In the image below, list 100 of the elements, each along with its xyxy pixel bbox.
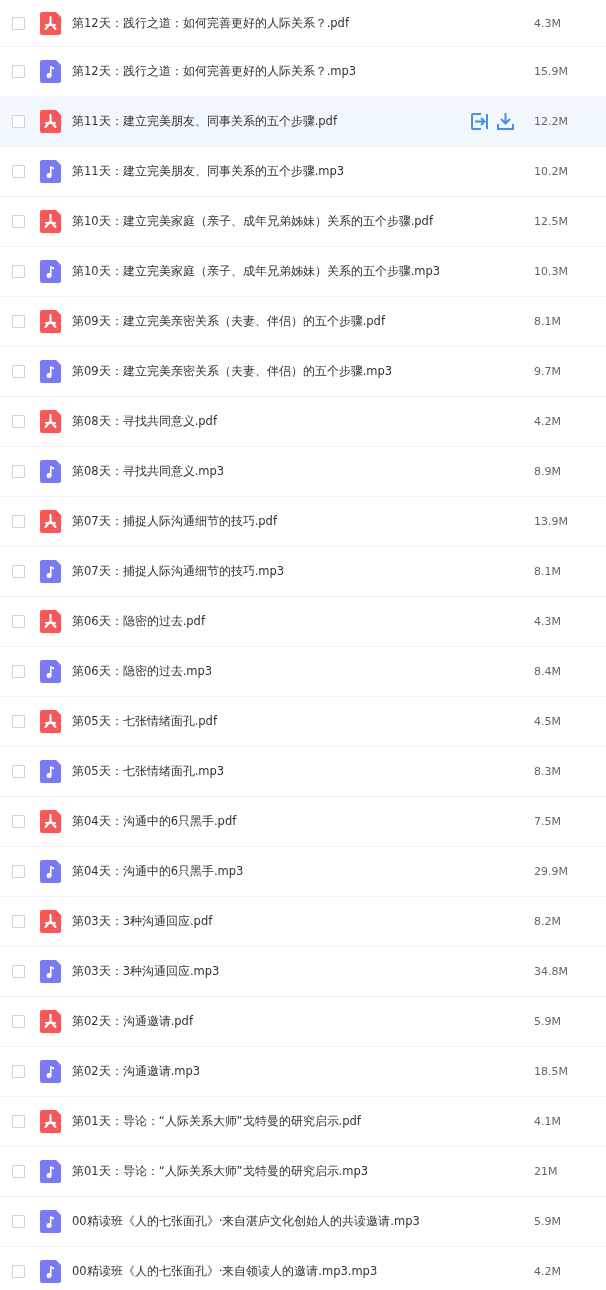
file-name: 第06天：隐密的过去.pdf [72, 614, 207, 629]
checkbox[interactable] [12, 265, 25, 278]
music-file-icon [40, 860, 61, 883]
music-file-icon [40, 460, 61, 483]
file-size: 8.4M [534, 665, 562, 678]
file-name: 第08天：寻找共同意义.mp3 [72, 464, 226, 479]
pdf-file-icon [40, 410, 61, 433]
file-size: 10.2M [534, 165, 569, 178]
checkbox[interactable] [12, 915, 25, 928]
checkbox[interactable] [12, 1265, 25, 1278]
checkbox[interactable] [12, 1065, 25, 1078]
file-size: 12.2M [534, 115, 569, 128]
file-row[interactable]: 第11天：建立完美朋友、同事关系的五个步骤.pdf 12.2M [0, 97, 606, 147]
checkbox[interactable] [12, 16, 25, 30]
music-file-icon [40, 160, 61, 183]
file-name: 第03天：3种沟通回应.pdf [72, 914, 214, 929]
pdf-file-icon [40, 510, 61, 533]
file-name: 第10天：建立完美家庭（亲子、成年兄弟姊妹）关系的五个步骤.mp3 [72, 264, 442, 279]
file-name: 第05天：七张情绪面孔.pdf [72, 714, 219, 729]
file-size: 21M [534, 1165, 559, 1178]
checkbox[interactable] [12, 165, 25, 178]
checkbox[interactable] [12, 865, 25, 878]
checkbox[interactable] [12, 1015, 25, 1028]
file-name: 第04天：沟通中的6只黑手.mp3 [72, 864, 245, 879]
pdf-file-icon [40, 610, 61, 633]
pdf-file-icon [40, 910, 61, 933]
checkbox[interactable] [12, 615, 25, 628]
move-icon[interactable] [471, 113, 489, 130]
music-file-icon [40, 560, 61, 583]
checkbox[interactable] [12, 415, 25, 428]
pdf-file-icon [40, 1110, 61, 1133]
file-name: 第04天：沟通中的6只黑手.pdf [72, 814, 238, 829]
file-name: 第05天：七张情绪面孔.mp3 [72, 764, 226, 779]
file-size: 4.3M [534, 16, 562, 30]
file-size: 34.8M [534, 965, 569, 978]
pdf-file-icon [40, 310, 61, 333]
file-name: 00精读班《人的七张面孔》·来自湛庐文化创始人的共读邀请.mp3 [72, 1214, 421, 1229]
file-name: 第02天：沟通邀请.pdf [72, 1014, 195, 1029]
pdf-file-icon [40, 210, 61, 233]
music-file-icon [40, 660, 61, 683]
checkbox[interactable] [12, 1115, 25, 1128]
checkbox[interactable] [12, 365, 25, 378]
checkbox[interactable] [12, 665, 25, 678]
file-name: 第12天：践行之道：如何完善更好的人际关系？.pdf [72, 15, 351, 31]
file-size: 8.1M [534, 315, 562, 328]
file-size: 5.9M [534, 1215, 562, 1228]
pdf-file-icon [40, 11, 61, 35]
file-name: 第01天：导论：“人际关系大师”戈特曼的研究启示.pdf [72, 1114, 362, 1129]
music-file-icon [40, 1160, 61, 1183]
file-size: 13.9M [534, 515, 569, 528]
file-size: 4.3M [534, 615, 562, 628]
file-name: 第09天：建立完美亲密关系（夫妻、伴侣）的五个步骤.pdf [72, 314, 387, 329]
file-name: 第03天：3种沟通回应.mp3 [72, 964, 221, 979]
file-name: 第07天：捕捉人际沟通细节的技巧.pdf [72, 514, 279, 529]
music-file-icon [40, 1260, 61, 1283]
file-name: 第10天：建立完美家庭（亲子、成年兄弟姊妹）关系的五个步骤.pdf [72, 214, 435, 229]
file-size: 9.7M [534, 365, 562, 378]
checkbox[interactable] [12, 565, 25, 578]
checkbox[interactable] [12, 515, 25, 528]
music-file-icon [40, 360, 61, 383]
file-size: 18.5M [534, 1065, 569, 1078]
file-name: 第01天：导论：“人际关系大师”戈特曼的研究启示.mp3 [72, 1164, 370, 1179]
file-size: 8.9M [534, 465, 562, 478]
download-icon[interactable] [497, 113, 514, 130]
checkbox[interactable] [12, 115, 25, 128]
checkbox[interactable] [12, 815, 25, 828]
file-size: 4.2M [534, 1265, 562, 1278]
music-file-icon [40, 1210, 61, 1233]
file-size: 10.3M [534, 265, 569, 278]
music-file-icon [40, 60, 61, 83]
file-size: 29.9M [534, 865, 569, 878]
music-file-icon [40, 760, 61, 783]
checkbox[interactable] [12, 315, 25, 328]
file-size: 8.3M [534, 765, 562, 778]
pdf-file-icon [40, 810, 61, 833]
music-file-icon [40, 960, 61, 983]
file-name: 第11天：建立完美朋友、同事关系的五个步骤.mp3 [72, 164, 346, 179]
music-file-icon [40, 1060, 61, 1083]
pdf-file-icon [40, 110, 61, 133]
checkbox[interactable] [12, 715, 25, 728]
file-size: 4.1M [534, 1115, 562, 1128]
checkbox[interactable] [12, 465, 25, 478]
pdf-file-icon [40, 710, 61, 733]
checkbox[interactable] [12, 215, 25, 228]
file-name: 00精读班《人的七张面孔》·来自领读人的邀请.mp3.mp3 [72, 1264, 379, 1279]
file-name: 第11天：建立完美朋友、同事关系的五个步骤.pdf [72, 114, 339, 129]
file-name: 第08天：寻找共同意义.pdf [72, 414, 219, 429]
file-size: 4.5M [534, 715, 562, 728]
checkbox[interactable] [12, 65, 25, 78]
checkbox[interactable] [12, 965, 25, 978]
file-name: 第07天：捕捉人际沟通细节的技巧.mp3 [72, 564, 286, 579]
checkbox[interactable] [12, 1165, 25, 1178]
file-name: 第06天：隐密的过去.mp3 [72, 664, 214, 679]
file-name: 第02天：沟通邀请.mp3 [72, 1064, 202, 1079]
pdf-file-icon [40, 1010, 61, 1033]
checkbox[interactable] [12, 765, 25, 778]
file-size: 8.2M [534, 915, 562, 928]
file-size: 12.5M [534, 215, 569, 228]
file-size: 7.5M [534, 815, 562, 828]
checkbox[interactable] [12, 1215, 25, 1228]
